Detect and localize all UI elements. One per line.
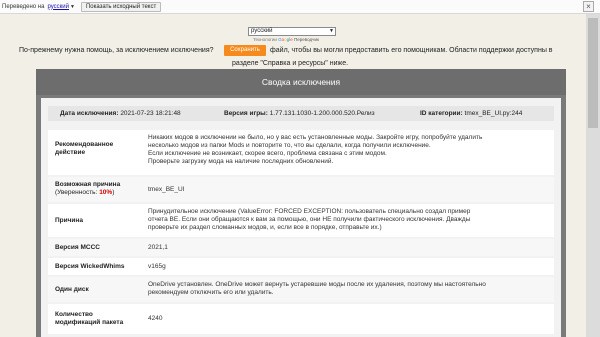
row-value: Никаких модов в исключении не было, но у… [148,134,483,165]
confidence-value: 10% [99,189,113,196]
game-version: Версия игры: 1.77.131.1030-1.200.000.520… [224,110,375,117]
google-logo: Google [278,37,293,42]
save-button[interactable]: Сохранить [224,45,266,56]
chevron-down-icon[interactable]: ▼ [70,4,75,10]
row-package-count: Количество модификаций пакета 4240 [48,304,554,334]
row-value: OneDrive установлен. OneDrive может верн… [148,281,486,296]
row-value: v165g [148,263,166,270]
panel-title: Сводка исключения [36,69,566,95]
row-wickedwhims-version: Версия WickedWhims v165g [48,258,554,275]
powered-by-label: Технологии [253,37,277,42]
show-original-button[interactable]: Показать исходный текст [80,1,162,12]
row-label: Количество модификаций пакета [55,311,124,326]
category-id: ID категории: tmex_BE_UI.py:244 [420,110,523,117]
row-value: 4240 [148,315,163,322]
exception-summary-panel: Сводка исключения Дата исключения: 2021-… [36,69,566,337]
panel-body: Дата исключения: 2021-07-23 18:21:48 Вер… [41,98,561,337]
summary-bar: Дата исключения: 2021-07-23 18:21:48 Вер… [48,106,554,121]
intro-text-suffix: файл, чтобы вы могли предоставить его по… [270,47,553,54]
intro-text-help: разделе "Справка и ресурсы" ниже. [232,60,349,67]
translated-to-label: Переведено на [2,3,45,10]
intro-text-prefix: По-прежнему нужна помощь, за исключением… [19,47,214,54]
row-label: Возможная причина (Уверенность: 10%) [55,181,121,196]
scrollbar-thumb[interactable] [588,18,598,128]
row-mccc-version: Версия МССС 2021,1 [48,239,554,256]
row-value: Принудительное исключение (ValueError: F… [148,208,471,231]
row-onedrive: Один диск OneDrive установлен. OneDrive … [48,277,554,302]
exception-date: Дата исключения: 2021-07-23 18:21:48 [60,110,181,117]
translate-language-link[interactable]: русский [47,4,69,10]
row-label: Один диск [55,286,89,293]
translate-bar: Переведено на русский ▼ Показать исходны… [0,0,600,14]
translator-label: Переводчик [294,37,319,42]
chevron-down-icon: ▼ [329,28,334,34]
row-recommended-action: Рекомендованное действие Никаких модов в … [48,130,554,175]
row-value: tmex_BE_UI [148,186,185,193]
row-label: Версия WickedWhims [55,263,125,270]
language-select-value: русский [251,28,273,34]
row-label: Причина [55,217,83,224]
row-label: Версия МССС [55,244,100,251]
row-label: Рекомендованное действие [55,141,114,156]
close-icon[interactable]: × [583,1,594,12]
row-reason: Причина Принудительное исключение (Value… [48,204,554,237]
row-value: 2021,1 [148,244,168,251]
row-possible-cause: Возможная причина (Уверенность: 10%) tme… [48,177,554,202]
language-select[interactable]: русский ▼ [248,27,336,36]
powered-by-google-translate[interactable]: Технологии Google Переводчик [253,37,319,42]
